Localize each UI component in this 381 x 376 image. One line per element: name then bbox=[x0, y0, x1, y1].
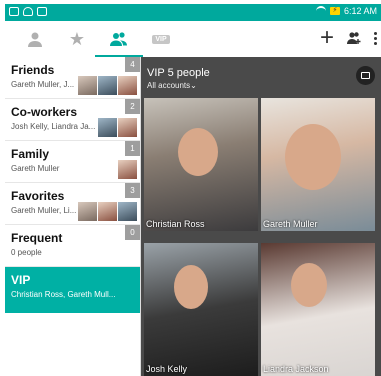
vip-icon: VIP bbox=[152, 34, 170, 44]
member-count-badge: 3 bbox=[125, 183, 140, 198]
toolbar-actions: + bbox=[320, 26, 377, 50]
group-name: Co-workers bbox=[11, 105, 78, 119]
group-item-co-workers[interactable]: Co-workers Josh Kelly, Liandra Ja... 2 bbox=[5, 99, 140, 141]
group-icon bbox=[110, 32, 127, 46]
contact-photo bbox=[174, 265, 208, 309]
group-name: Friends bbox=[11, 63, 55, 77]
group-members: Christian Ross, Gareth Mull... bbox=[11, 290, 116, 299]
group-name: Frequent bbox=[11, 231, 63, 245]
group-item-vip[interactable]: VIP Christian Ross, Gareth Mull... bbox=[5, 267, 140, 313]
contact-photo bbox=[285, 124, 341, 190]
member-thumbnails bbox=[78, 202, 137, 221]
wifi-icon bbox=[315, 6, 326, 16]
member-count-badge: 2 bbox=[125, 99, 140, 114]
message-icon bbox=[9, 7, 19, 16]
member-thumbnails bbox=[78, 76, 137, 95]
cloud-icon bbox=[23, 7, 33, 16]
tab-favorites[interactable]: ★ bbox=[63, 27, 91, 51]
toolbar: ★ VIP + bbox=[5, 21, 381, 57]
contact-card[interactable]: Liandra Jackson bbox=[261, 243, 375, 376]
group-members: Josh Kelly, Liandra Ja... bbox=[11, 122, 96, 131]
contact-photo bbox=[291, 263, 327, 307]
group-name: Favorites bbox=[11, 189, 65, 203]
group-item-family[interactable]: Family Gareth Muller 1 bbox=[5, 141, 140, 183]
group-members: Gareth Muller, J... bbox=[11, 80, 75, 89]
edit-group-icon bbox=[361, 72, 370, 79]
contact-name: Liandra Jackson bbox=[263, 364, 329, 374]
member-count-badge: 0 bbox=[125, 225, 140, 240]
account-filter[interactable]: All accounts⌄ bbox=[147, 81, 210, 90]
status-bar: ⚡ 6:12 AM bbox=[5, 4, 381, 21]
tab-groups[interactable] bbox=[105, 27, 133, 51]
status-right: ⚡ 6:12 AM bbox=[315, 6, 377, 16]
account-filter-label: All accounts bbox=[147, 81, 191, 90]
more-options-icon[interactable] bbox=[374, 31, 377, 45]
gallery-icon bbox=[37, 7, 47, 16]
group-detail-header: VIP 5 people All accounts⌄ bbox=[147, 67, 210, 90]
edit-group-button[interactable] bbox=[356, 66, 375, 85]
contact-name: Gareth Muller bbox=[263, 219, 318, 229]
contact-name: Josh Kelly bbox=[146, 364, 188, 374]
group-title: VIP 5 people bbox=[147, 67, 210, 79]
tab-contacts[interactable] bbox=[21, 27, 49, 51]
clock: 6:12 AM bbox=[343, 6, 377, 16]
contact-card[interactable]: Gareth Muller bbox=[261, 98, 375, 231]
group-detail: VIP 5 people All accounts⌄ Christian Ros… bbox=[141, 57, 381, 376]
chevron-down-icon: ⌄ bbox=[190, 81, 197, 90]
group-item-frequent[interactable]: Frequent 0 people 0 bbox=[5, 225, 140, 267]
group-name: VIP bbox=[11, 273, 31, 287]
battery-charging-icon: ⚡ bbox=[329, 7, 340, 15]
group-members: Gareth Muller bbox=[11, 164, 60, 173]
group-members: 0 people bbox=[11, 248, 42, 257]
app-frame: ⚡ 6:12 AM ★ VIP + Friends Gareth Muller,… bbox=[5, 4, 381, 376]
person-icon bbox=[28, 32, 42, 47]
group-item-friends[interactable]: Friends Gareth Muller, J... 4 bbox=[5, 57, 140, 99]
contact-photo bbox=[178, 128, 218, 176]
member-count-badge: 4 bbox=[125, 57, 140, 72]
star-icon: ★ bbox=[68, 28, 86, 49]
add-group-icon[interactable] bbox=[346, 31, 362, 45]
member-thumbnails bbox=[98, 118, 137, 137]
member-thumbnails bbox=[118, 160, 137, 179]
tab-vip[interactable]: VIP bbox=[147, 27, 175, 51]
group-members: Gareth Muller, Li... bbox=[11, 206, 77, 215]
contact-card[interactable]: Christian Ross bbox=[144, 98, 258, 231]
member-count-badge: 1 bbox=[125, 141, 140, 156]
add-icon[interactable]: + bbox=[320, 26, 334, 50]
group-name: Family bbox=[11, 147, 50, 161]
group-list: Friends Gareth Muller, J... 4 Co-workers… bbox=[5, 57, 141, 376]
notification-icons bbox=[9, 7, 47, 16]
contact-name: Christian Ross bbox=[146, 219, 205, 229]
group-item-favorites[interactable]: Favorites Gareth Muller, Li... 3 bbox=[5, 183, 140, 225]
contact-card[interactable]: Josh Kelly bbox=[144, 243, 258, 376]
